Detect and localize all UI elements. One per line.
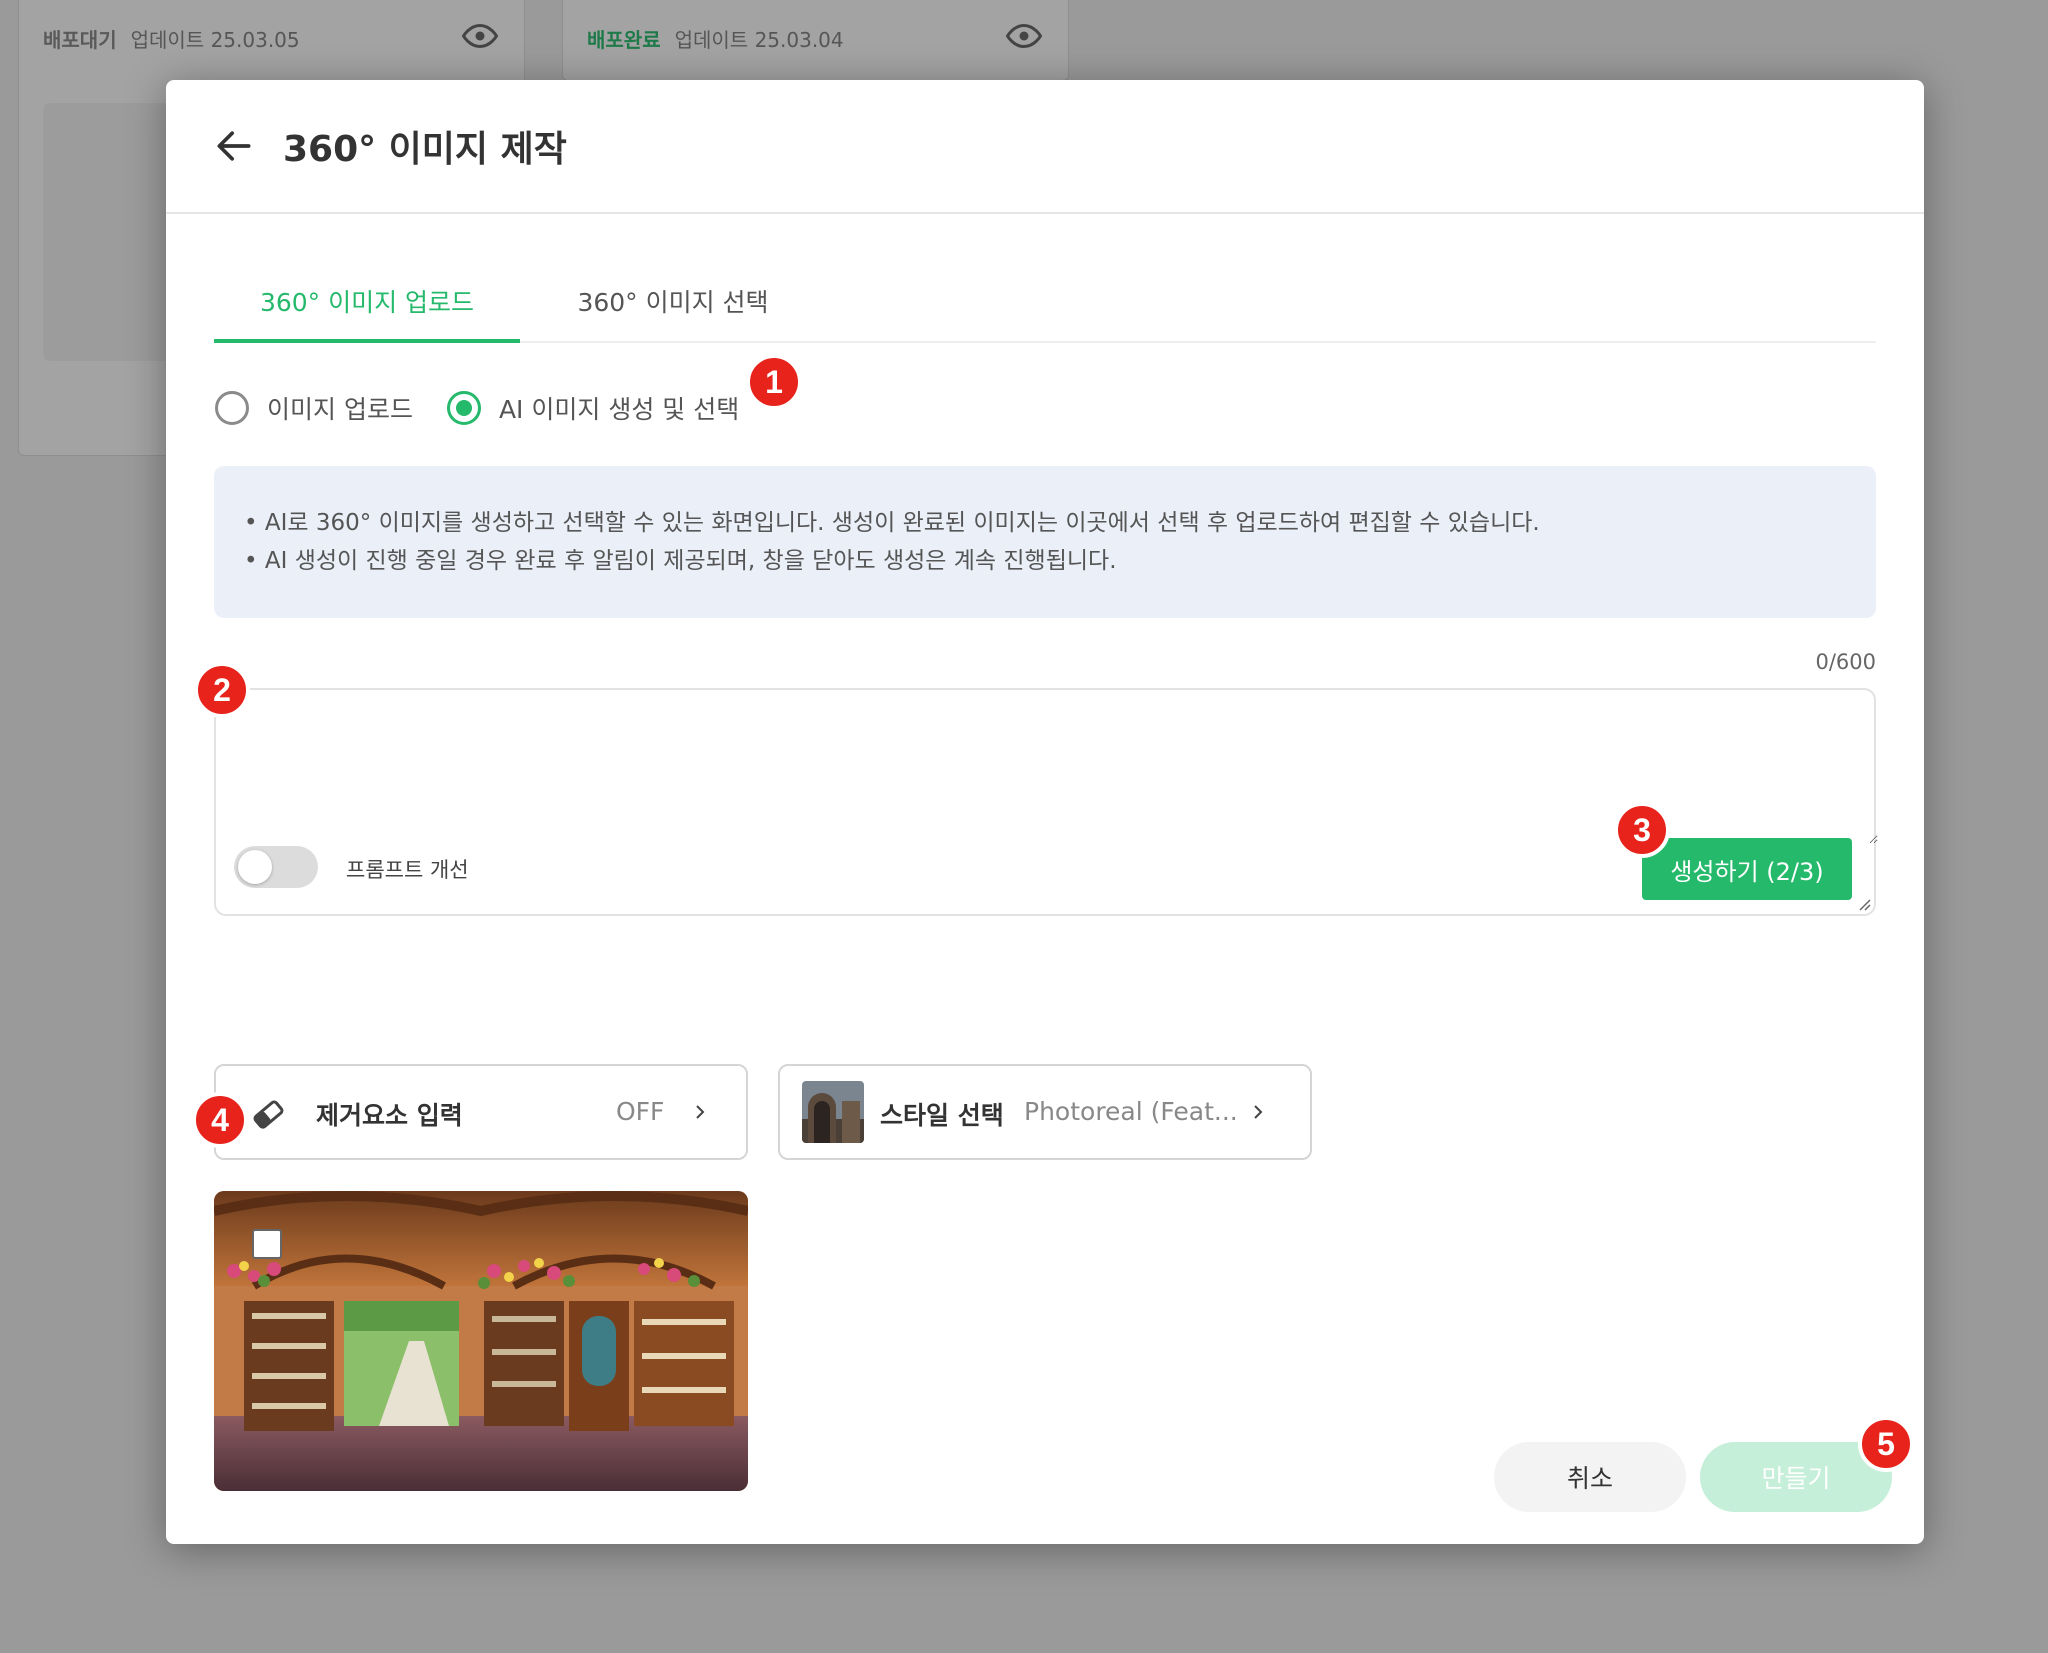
prompt-area: 프롬프트 개선 생성하기 (2/3) (214, 688, 1878, 916)
prompt-improve-toggle[interactable] (234, 846, 318, 888)
tab-bar: 360° 이미지 업로드 360° 이미지 선택 (214, 277, 1876, 343)
modal-title: 360° 이미지 제작 (283, 129, 567, 170)
status-label: 배포대기 (43, 28, 117, 52)
update-date: 업데이트 25.03.05 (130, 28, 300, 52)
remove-elements-label: 제거요소 입력 (316, 1101, 463, 1130)
radio-label: AI 이미지 생성 및 선택 (498, 395, 740, 424)
generated-image-card[interactable] (214, 1191, 748, 1491)
panorama-image (214, 1191, 748, 1491)
remove-elements-value: OFF (616, 1097, 665, 1126)
toggle-knob (238, 850, 272, 884)
annotation-marker-4: 4 (192, 1092, 248, 1148)
status-label: 배포완료 (587, 28, 661, 52)
style-select-value: Photoreal (Feat... (1024, 1097, 1238, 1126)
annotation-marker-5: 5 (1858, 1416, 1914, 1472)
back-arrow-icon[interactable] (212, 124, 256, 168)
chevron-right-icon (696, 1105, 705, 1119)
annotation-marker-1: 1 (746, 354, 802, 410)
radio-checked-icon[interactable] (446, 391, 481, 425)
radio-label: 이미지 업로드 (267, 395, 413, 424)
tab-360-image-select[interactable]: 360° 이미지 선택 (520, 277, 826, 341)
modal-header: 360° 이미지 제작 (166, 80, 1924, 214)
radio-ai-generate[interactable]: AI 이미지 생성 및 선택 (446, 390, 740, 426)
prompt-improve-label: 프롬프트 개선 (346, 858, 469, 882)
annotation-marker-2: 2 (194, 662, 250, 718)
style-thumbnail (802, 1081, 864, 1143)
tab-360-image-upload[interactable]: 360° 이미지 업로드 (214, 277, 520, 343)
source-radio-group: 이미지 업로드 AI 이미지 생성 및 선택 (215, 390, 773, 426)
resize-handle-icon[interactable] (1854, 894, 1872, 912)
annotation-marker-3: 3 (1614, 802, 1670, 858)
remove-elements-button[interactable]: 제거요소 입력 OFF (214, 1064, 748, 1160)
radio-image-upload[interactable]: 이미지 업로드 (215, 390, 413, 426)
eye-icon[interactable] (462, 18, 498, 54)
generate-button[interactable]: 생성하기 (2/3) (1642, 838, 1852, 900)
info-box: • AI로 360° 이미지를 생성하고 선택할 수 있는 화면입니다. 생성이… (214, 466, 1876, 618)
eye-icon[interactable] (1006, 18, 1042, 54)
background-card-2: 배포완료 업데이트 25.03.04 (562, 0, 1069, 81)
eraser-icon (253, 1100, 284, 1129)
radio-unchecked-icon[interactable] (215, 391, 249, 425)
style-select-label: 스타일 선택 (880, 1101, 1004, 1130)
info-line: • AI 생성이 진행 중일 경우 완료 후 알림이 제공되며, 창을 닫아도 … (244, 548, 1117, 574)
image-select-checkbox[interactable] (252, 1229, 282, 1259)
character-counter: 0/600 (1815, 650, 1876, 674)
update-date: 업데이트 25.03.04 (674, 28, 844, 52)
chevron-right-icon (1254, 1105, 1263, 1119)
cancel-button[interactable]: 취소 (1494, 1442, 1686, 1512)
style-select-button[interactable]: 스타일 선택 Photoreal (Feat... (778, 1064, 1312, 1160)
info-line: • AI로 360° 이미지를 생성하고 선택할 수 있는 화면입니다. 생성이… (244, 510, 1540, 536)
